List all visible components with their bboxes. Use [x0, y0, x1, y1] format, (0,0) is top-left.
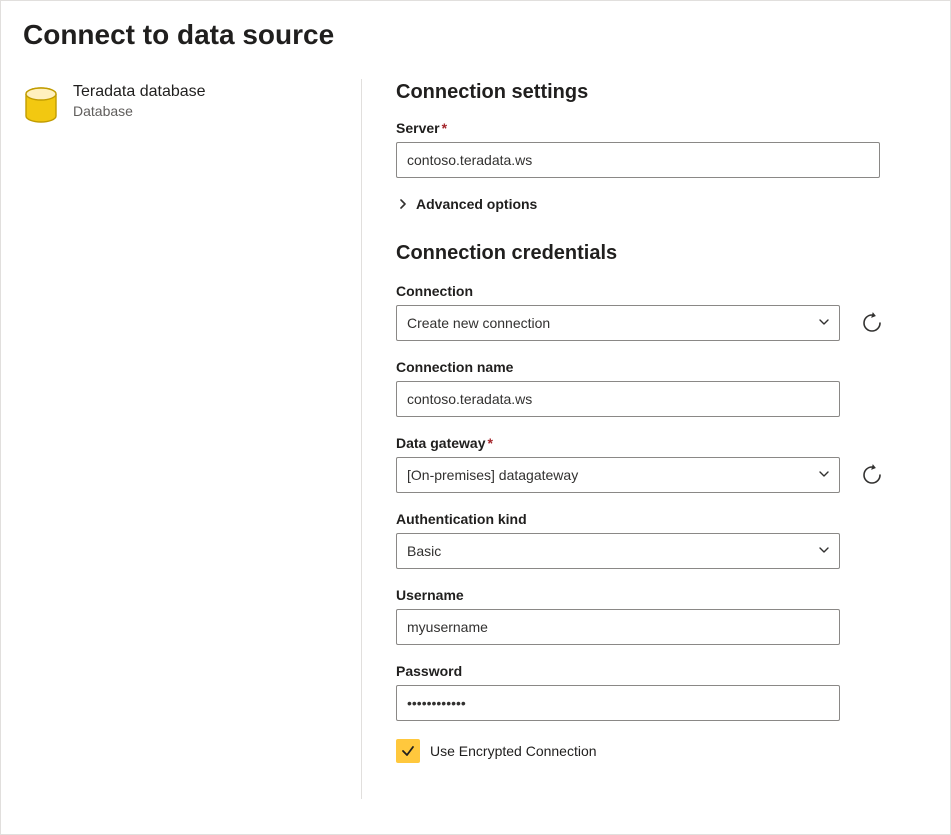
- data-gateway-select[interactable]: [On-premises] datagateway: [396, 457, 840, 493]
- source-item[interactable]: Teradata database Database: [23, 83, 361, 125]
- required-marker: *: [487, 435, 492, 451]
- checkmark-icon: [401, 744, 415, 758]
- connection-name-input[interactable]: [396, 381, 840, 417]
- username-input[interactable]: [396, 609, 840, 645]
- advanced-options-label: Advanced options: [416, 196, 537, 212]
- chevron-right-icon: [396, 197, 410, 211]
- connection-credentials-heading: Connection credentials: [396, 242, 898, 265]
- server-label: Server*: [396, 120, 898, 136]
- data-gateway-label: Data gateway*: [396, 435, 898, 451]
- page-title: Connect to data source: [23, 19, 928, 51]
- authentication-kind-select[interactable]: Basic: [396, 533, 840, 569]
- connection-select[interactable]: Create new connection: [396, 305, 840, 341]
- username-label: Username: [396, 587, 898, 603]
- data-gateway-field: Data gateway* [On-premises] datagateway: [396, 435, 898, 493]
- required-marker: *: [442, 120, 447, 136]
- connection-settings-heading: Connection settings: [396, 81, 898, 104]
- connection-field: Connection Create new connection: [396, 283, 898, 341]
- password-field: Password: [396, 663, 898, 721]
- database-icon: [23, 87, 59, 125]
- encrypted-connection-row: Use Encrypted Connection: [396, 739, 898, 763]
- advanced-options-toggle[interactable]: Advanced options: [396, 196, 898, 212]
- source-subtitle: Database: [73, 103, 206, 119]
- refresh-icon: [861, 312, 883, 334]
- encrypted-connection-label: Use Encrypted Connection: [430, 743, 597, 759]
- server-field: Server*: [396, 120, 898, 178]
- encrypted-connection-checkbox[interactable]: [396, 739, 420, 763]
- source-title: Teradata database: [73, 83, 206, 101]
- authentication-kind-value: Basic: [407, 543, 441, 559]
- connection-name-label: Connection name: [396, 359, 898, 375]
- authentication-kind-field: Authentication kind Basic: [396, 511, 898, 569]
- source-info: Teradata database Database: [73, 83, 206, 119]
- connection-select-value: Create new connection: [407, 315, 550, 331]
- refresh-icon: [861, 464, 883, 486]
- password-input[interactable]: [396, 685, 840, 721]
- server-input[interactable]: [396, 142, 880, 178]
- authentication-kind-label: Authentication kind: [396, 511, 898, 527]
- source-list: Teradata database Database: [23, 79, 361, 799]
- connection-label: Connection: [396, 283, 898, 299]
- connection-name-field: Connection name: [396, 359, 898, 417]
- connect-data-source-panel: Connect to data source Teradata database…: [0, 0, 951, 835]
- settings-form: Connection settings Server* Advanced opt…: [362, 79, 928, 799]
- data-gateway-label-text: Data gateway: [396, 435, 485, 451]
- server-label-text: Server: [396, 120, 440, 136]
- password-label: Password: [396, 663, 898, 679]
- data-gateway-select-value: [On-premises] datagateway: [407, 467, 578, 483]
- refresh-connection-button[interactable]: [858, 309, 886, 337]
- refresh-gateway-button[interactable]: [858, 461, 886, 489]
- content-area: Teradata database Database Connection se…: [23, 79, 928, 799]
- username-field: Username: [396, 587, 898, 645]
